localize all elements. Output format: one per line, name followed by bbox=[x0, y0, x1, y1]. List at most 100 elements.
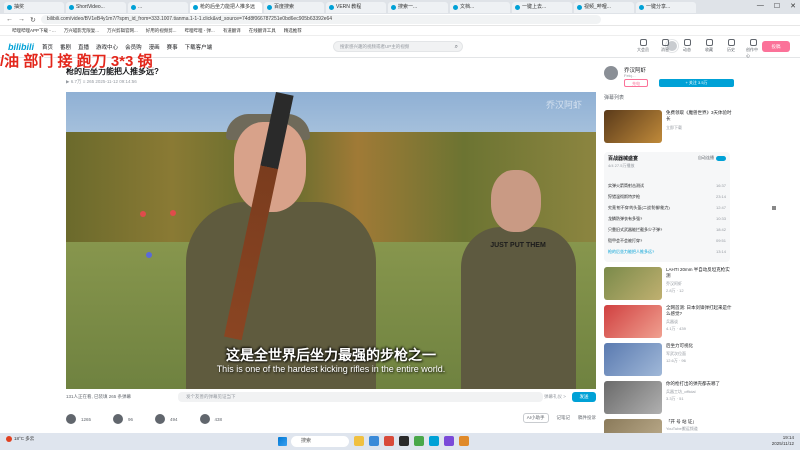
url-input[interactable]: bilibili.com/video/BV1eB4y1m7/?spm_id_fr… bbox=[40, 15, 601, 24]
header-right-icons: 大会员 消息 动态 收藏 历史 创作中心 bbox=[636, 39, 760, 59]
video-player[interactable]: JUST PUT THEM 乔汉阿虾 这是全世界后坐力最强的步枪之一 This … bbox=[66, 92, 596, 389]
bookmark-item[interactable]: 哔哩哔哩APP下载 - ... bbox=[12, 28, 56, 34]
app-icon[interactable] bbox=[399, 436, 409, 446]
autoplay-toggle[interactable]: 自动连播 bbox=[698, 155, 726, 161]
taskbar-apps bbox=[354, 436, 469, 446]
list-item[interactable]: 你的枪打出的弹壳都去哪了 兵器工坊_official 3.3万 · 51 bbox=[604, 381, 734, 417]
uploader-avatar[interactable] bbox=[604, 66, 618, 80]
marker-dot bbox=[140, 211, 146, 217]
browser-tab[interactable]: 文档... bbox=[450, 1, 510, 13]
favorite-icon[interactable]: 收藏 bbox=[702, 39, 716, 59]
edge-browser-icon[interactable] bbox=[369, 436, 379, 446]
upload-button[interactable]: 投稿 bbox=[762, 41, 790, 52]
address-bar: ← → ↻ bilibili.com/video/BV1eB4y1m7/?spm… bbox=[0, 14, 800, 26]
bookmark-item[interactable]: 有道翻译 bbox=[223, 28, 241, 34]
taskbar-search[interactable]: 搜索 bbox=[291, 436, 349, 447]
report-button[interactable]: 稿件投诉 bbox=[578, 415, 596, 421]
danmu-etiquette-link[interactable]: 弹幕礼仪 > bbox=[544, 392, 566, 402]
minimize-icon[interactable]: — bbox=[757, 2, 764, 10]
bookmark-item[interactable]: 在线翻译工具 bbox=[249, 28, 276, 34]
close-icon[interactable]: ✕ bbox=[790, 2, 796, 10]
tab-favicon-icon bbox=[193, 4, 198, 10]
browser-tab[interactable]: VERN 教程 bbox=[326, 1, 386, 13]
danmu-input[interactable]: 发个友善的弹幕见证当下 bbox=[178, 392, 543, 402]
search-icon[interactable]: ⌕ bbox=[455, 42, 458, 52]
dynamic-icon[interactable]: 动态 bbox=[680, 39, 694, 59]
bookmark-item[interactable]: 精选推荐 bbox=[284, 28, 302, 34]
browser-tab[interactable]: ... bbox=[128, 1, 188, 13]
browser-tab[interactable]: 百度搜索 bbox=[264, 1, 324, 13]
tab-favicon-icon bbox=[267, 4, 272, 10]
star-icon bbox=[155, 414, 166, 424]
browser-tab[interactable]: 视频_哔哩... bbox=[574, 1, 634, 13]
bilibili-icon[interactable] bbox=[429, 436, 439, 446]
reload-icon[interactable]: ↻ bbox=[30, 16, 36, 24]
share-button[interactable]: 438 bbox=[199, 414, 222, 424]
list-item[interactable]: 全网首测: 日本剑锋弹打起来是什么感觉? 兵器谈 4.1万 · 439 bbox=[604, 305, 734, 341]
tab-favicon-icon bbox=[391, 4, 396, 10]
list-item-current[interactable]: 枪的后坐力能把人推多远? 13:14 bbox=[608, 249, 726, 255]
list-item[interactable]: LAHTI 20mm 半自动反坦克枪实测 乔汉阿虾 2.8万 · 12 bbox=[604, 267, 734, 303]
weather-widget[interactable]: 18°C 多云 bbox=[6, 436, 34, 442]
danmu-list-tab[interactable]: 弹幕列表 bbox=[604, 92, 734, 102]
browser-tab[interactable]: ShortVideo... bbox=[66, 1, 126, 13]
favorite-button[interactable]: 494 bbox=[155, 414, 178, 424]
bookmark-item[interactable]: 哔哩哔哩 - 弹... bbox=[185, 28, 215, 34]
list-item[interactable]: 「开 号 站 证」 YouTube搬运频道 bbox=[604, 419, 734, 433]
nav-download[interactable]: 下载客户端 bbox=[185, 43, 213, 51]
uploader-desc: Feiq… bbox=[624, 73, 636, 78]
list-item[interactable]: 究竟'射不穿'的头盔(二战'防御'能力) 12:47 bbox=[608, 205, 726, 211]
file-explorer-icon[interactable] bbox=[354, 436, 364, 446]
list-item[interactable]: 实弹火箭筒射击测试 16:37 bbox=[608, 183, 726, 189]
follow-button[interactable]: + 关注 3.5万 bbox=[659, 79, 734, 87]
list-item[interactable]: 铠甲会不会被打穿? 09:51 bbox=[608, 238, 726, 244]
ai-assistant-button[interactable]: AI小助手 bbox=[522, 413, 549, 423]
marker-dot bbox=[146, 252, 152, 258]
tab-favicon-icon bbox=[453, 4, 458, 10]
nav-match[interactable]: 赛事 bbox=[167, 43, 178, 51]
list-item[interactable]: 狩猎温彻斯特步枪 23:14 bbox=[608, 194, 726, 200]
list-item[interactable]: 免费领取《魔兽世界》3天体验时长 立即下载 bbox=[604, 110, 734, 146]
danmu-send-button[interactable]: 发送 bbox=[572, 392, 596, 402]
like-button[interactable]: 1265 bbox=[66, 414, 91, 424]
charge-button[interactable]: 充电 bbox=[624, 79, 648, 87]
list-item[interactable]: 后坐力可视化 军武次位面 12.6万 · 96 bbox=[604, 343, 734, 379]
maximize-icon[interactable]: ☐ bbox=[774, 2, 780, 10]
browser-tab[interactable]: 一键分享... bbox=[636, 1, 696, 13]
bookmark-item[interactable]: 万兴喵影无限复... bbox=[64, 28, 99, 34]
creator-icon[interactable]: 创作中心 bbox=[746, 39, 760, 59]
video-person-right-head bbox=[491, 170, 541, 232]
notes-button[interactable]: 记笔记 bbox=[557, 415, 571, 421]
browser-tab-active[interactable]: 枪的后坐力能把人推多远 bbox=[190, 1, 262, 13]
mouse-cursor bbox=[772, 206, 776, 210]
actions-right: AI小助手 记笔记 稿件投诉 bbox=[522, 413, 596, 423]
browser-tab[interactable]: 抽奖 bbox=[4, 1, 64, 13]
history-icon[interactable]: 历史 bbox=[724, 39, 738, 59]
app-icon[interactable] bbox=[444, 436, 454, 446]
message-icon[interactable]: 消息 bbox=[658, 39, 672, 59]
app-icon[interactable] bbox=[384, 436, 394, 446]
forward-icon[interactable]: → bbox=[18, 16, 25, 23]
bookmark-item[interactable]: 万兴剪辑官网... bbox=[107, 28, 138, 34]
playlist-sub: 4/4 27.5万播放 bbox=[608, 163, 635, 168]
vip-icon[interactable]: 大会员 bbox=[636, 39, 650, 59]
back-icon[interactable]: ← bbox=[6, 16, 13, 23]
browser-tab[interactable]: 搜索一... bbox=[388, 1, 448, 13]
browser-tab[interactable]: 一键上去... bbox=[512, 1, 572, 13]
windows-start-icon[interactable] bbox=[278, 437, 287, 446]
thumbs-up-icon bbox=[66, 414, 76, 424]
tab-favicon-icon bbox=[69, 4, 74, 10]
video-watermark: 乔汉阿虾 bbox=[545, 100, 582, 110]
playlist-title: 百战器械盛宴 bbox=[608, 156, 639, 162]
coin-icon bbox=[113, 414, 124, 424]
tab-favicon-icon bbox=[577, 4, 582, 10]
video-thumbnail bbox=[604, 343, 662, 376]
app-icon[interactable] bbox=[459, 436, 469, 446]
list-item[interactable]: 只靠旧式武器能拦截多少子弹? 18:42 bbox=[608, 227, 726, 233]
wechat-icon[interactable] bbox=[414, 436, 424, 446]
bookmark-item[interactable]: 好用的视频剪... bbox=[146, 28, 177, 34]
system-tray-clock[interactable]: 19:14 2025/11/12 bbox=[772, 435, 794, 447]
search-input[interactable]: 搜索感兴趣的视频或者UP主的视频 ⌕ bbox=[333, 41, 463, 52]
list-item[interactable]: 龙鳞防弹衣有多强? 10:33 bbox=[608, 216, 726, 222]
coin-button[interactable]: 96 bbox=[113, 414, 133, 424]
